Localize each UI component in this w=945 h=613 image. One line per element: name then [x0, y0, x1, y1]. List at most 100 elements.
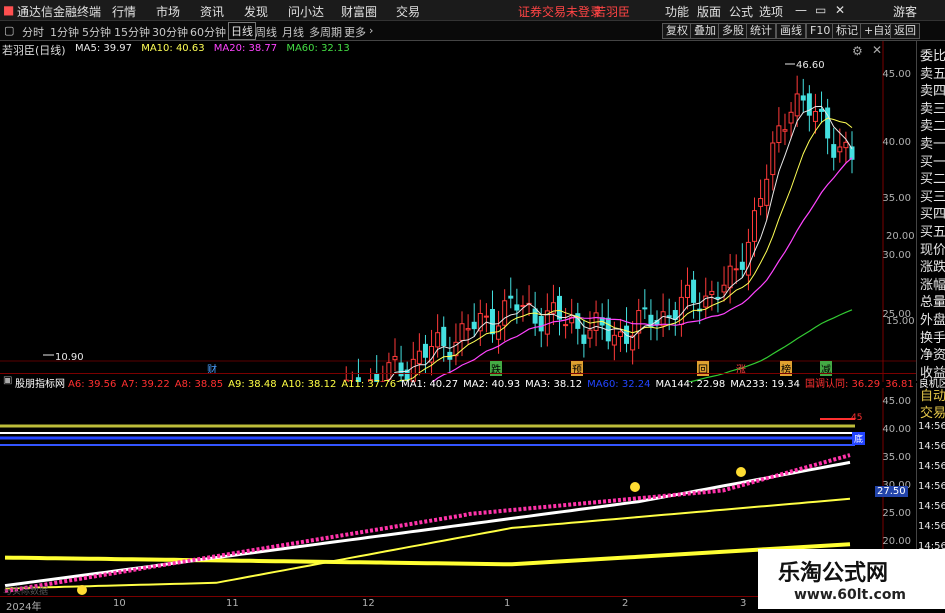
x-label-feb: 2: [622, 598, 628, 609]
ind-tick-45: 45.00: [882, 396, 911, 407]
candle-body: [460, 324, 464, 341]
candle-body: [436, 333, 440, 347]
menu-discover[interactable]: 发现: [244, 3, 268, 20]
period-monthly[interactable]: 月线: [282, 24, 304, 40]
candle-body: [582, 335, 586, 343]
trade-field-label[interactable]: 交易: [920, 402, 945, 421]
restore-icon[interactable]: ▭: [815, 3, 826, 17]
x-label-jan: 1: [504, 598, 510, 609]
menu-options[interactable]: 选项: [759, 3, 783, 20]
app-title: 通达信金融终端: [17, 3, 101, 20]
menu-layout[interactable]: 版面: [697, 3, 721, 20]
candle-body: [807, 94, 811, 115]
period-multi[interactable]: 多周期: [309, 24, 342, 40]
ind-tick-20: 20.00: [882, 536, 911, 547]
period-intraday[interactable]: 分时: [22, 24, 44, 40]
trade-time: 14:56: [918, 421, 945, 432]
candle-body: [692, 280, 696, 302]
candle-body: [777, 126, 781, 143]
candle-body: [588, 330, 592, 338]
f10-button[interactable]: F10: [806, 23, 834, 39]
period-weekly[interactable]: 周线: [255, 24, 277, 40]
smiley-icon: [630, 482, 640, 492]
quote-field-label: 现价: [920, 239, 945, 258]
candle-body: [643, 308, 647, 309]
menu-function[interactable]: 功能: [665, 3, 689, 20]
candle-body: [472, 322, 476, 328]
candle-body: [533, 309, 537, 323]
ma10-line: [5, 118, 852, 382]
period-daily[interactable]: 日线: [228, 22, 256, 40]
menu-wealth[interactable]: 财富圈: [341, 3, 377, 20]
candle-body: [734, 269, 738, 270]
toolbar-menu-icon[interactable]: ▢: [4, 24, 14, 37]
menu-trade[interactable]: 交易: [396, 3, 420, 20]
candle-body: [564, 325, 568, 326]
indicator-side-tag: 底: [852, 432, 865, 445]
quote-field-label: 涨幅: [920, 274, 945, 293]
candle-body: [789, 112, 793, 123]
candle-body: [722, 285, 726, 292]
pink-star-line: [5, 455, 850, 591]
candle-body: [832, 145, 836, 158]
indicator-menu-icon[interactable]: ▣: [3, 375, 12, 386]
x-label-nov: 11: [226, 598, 239, 609]
quote-field-label: 买一: [920, 151, 945, 170]
menu-ask[interactable]: 问小达: [288, 3, 324, 20]
candle-body: [515, 305, 519, 310]
statistics-button[interactable]: 统计: [746, 23, 776, 39]
adjust-button[interactable]: 复权: [662, 23, 692, 39]
trade-time: 14:56: [918, 441, 945, 452]
quote-field-label: 卖三: [920, 98, 945, 117]
candles-group: [3, 76, 854, 382]
quote-field-label: 总量: [920, 291, 945, 310]
period-30min[interactable]: 30分钟: [152, 24, 188, 40]
draw-button[interactable]: 画线: [776, 23, 806, 39]
x-label-oct: 10: [113, 598, 126, 609]
guest-label[interactable]: 游客: [893, 3, 917, 20]
watermark-url: www.60lt.com: [794, 587, 906, 603]
candle-body: [558, 296, 562, 319]
overlay-button[interactable]: 叠加: [690, 23, 720, 39]
ma20-line: [5, 158, 852, 382]
login-status[interactable]: 证券交易未登录: [518, 3, 602, 20]
period-1min[interactable]: 1分钟: [50, 24, 79, 40]
period-60min[interactable]: 60分钟: [190, 24, 226, 40]
trade-time: 14:56: [918, 461, 945, 472]
quote-field-label: 卖四: [920, 80, 945, 99]
quote-field-label: 外盘: [920, 309, 945, 328]
multi-stock-button[interactable]: 多股: [718, 23, 748, 39]
ma5-line: [5, 106, 852, 382]
close-icon[interactable]: ✕: [835, 3, 845, 17]
chevron-right-icon[interactable]: ›: [369, 24, 373, 37]
menu-quotes[interactable]: 行情: [112, 3, 136, 20]
candle-body: [844, 142, 848, 147]
stock-name: 若羽臣: [594, 3, 630, 20]
candle-body: [618, 332, 622, 337]
candle-body: [497, 326, 501, 339]
quote-field-label: 买五: [920, 221, 945, 240]
quote-field-label: 卖一: [920, 133, 945, 152]
candle-body: [503, 301, 507, 325]
candle-body: [423, 344, 427, 357]
minimize-icon[interactable]: —: [795, 3, 807, 17]
yellow-line: [5, 499, 850, 589]
y-tick-30: 30.00: [882, 250, 911, 261]
candle-body: [490, 309, 494, 333]
menu-formula[interactable]: 公式: [729, 3, 753, 20]
y-tick-20: 20.00: [886, 231, 915, 242]
period-15min[interactable]: 15分钟: [114, 24, 150, 40]
white-line: [5, 462, 850, 585]
back-button[interactable]: 返回: [890, 23, 920, 39]
period-more[interactable]: 更多: [344, 24, 366, 40]
mark-button[interactable]: 标记: [832, 23, 862, 39]
period-toolbar: ▢ 分时 1分钟 5分钟 15分钟 30分钟 60分钟 日线 周线 月线 多周期…: [0, 21, 945, 41]
menu-news[interactable]: 资讯: [200, 3, 224, 20]
quote-field-label: 涨跌: [920, 256, 945, 275]
indicator-y-ticks: 45.00 40.00 35.00 30.00 25.00 20.00: [882, 396, 911, 547]
candlestick-chart[interactable]: 45.00 40.00 35.00 30.00 25.00 46.60 10.9…: [0, 41, 916, 382]
candle-body: [783, 130, 787, 132]
menu-market[interactable]: 市场: [156, 3, 180, 20]
ind-tick-40: 40.00: [882, 424, 911, 435]
period-5min[interactable]: 5分钟: [82, 24, 111, 40]
